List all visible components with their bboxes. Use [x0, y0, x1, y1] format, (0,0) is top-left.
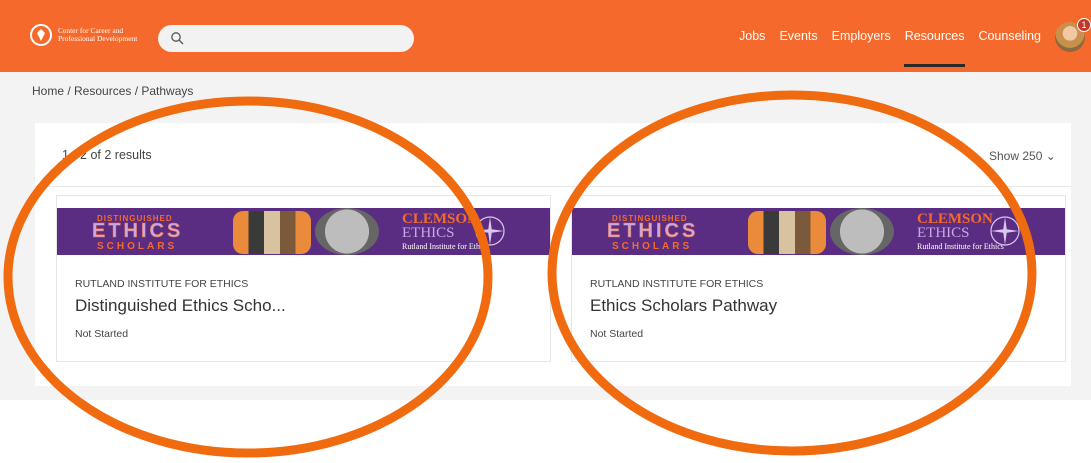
compass-icon — [475, 216, 505, 246]
site-logo[interactable]: Center for Career and Professional Devel… — [30, 24, 148, 46]
pathway-card-distinguished-ethics[interactable]: DISTINGUISHED ETHICS SCHOLARS CLEMSON ET… — [56, 195, 551, 362]
page-size-select[interactable]: Show 250 ⌄ — [989, 149, 1056, 163]
compass-icon — [990, 216, 1020, 246]
card-banner-image: DISTINGUISHED ETHICS SCHOLARS CLEMSON ET… — [57, 208, 550, 255]
nav-jobs[interactable]: Jobs — [732, 0, 772, 72]
notification-badge[interactable]: 1 — [1077, 18, 1091, 32]
card-institution: RUTLAND INSTITUTE FOR ETHICS — [590, 278, 764, 290]
results-summary: 1 - 2 of 2 results — [62, 148, 152, 162]
banner-ethics-serif: ETHICS — [917, 225, 970, 241]
main-nav: Jobs Events Employers Resources Counseli… — [732, 0, 1048, 72]
card-title[interactable]: Ethics Scholars Pathway — [590, 296, 777, 316]
card-institution: RUTLAND INSTITUTE FOR ETHICS — [75, 278, 249, 290]
nav-employers[interactable]: Employers — [825, 0, 898, 72]
banner-ethics: ETHICS — [92, 220, 184, 243]
nav-events[interactable]: Events — [772, 0, 824, 72]
banner-round-photo — [830, 208, 894, 255]
card-status: Not Started — [590, 328, 644, 340]
banner-group-photo — [233, 211, 311, 254]
breadcrumb[interactable]: Home / Resources / Pathways — [32, 84, 193, 98]
banner-group-photo — [748, 211, 826, 254]
search-input[interactable] — [158, 25, 414, 52]
search-icon — [171, 32, 184, 45]
card-banner-image: DISTINGUISHED ETHICS SCHOLARS CLEMSON ET… — [572, 208, 1065, 255]
results-divider — [35, 186, 1071, 187]
top-navigation-bar: Center for Career and Professional Devel… — [0, 0, 1091, 72]
banner-ethics: ETHICS — [607, 220, 699, 243]
nav-resources[interactable]: Resources — [898, 0, 972, 72]
nav-counseling[interactable]: Counseling — [971, 0, 1048, 72]
banner-scholars: SCHOLARS — [612, 241, 693, 252]
banner-scholars: SCHOLARS — [97, 241, 178, 252]
logo-text: Center for Career and Professional Devel… — [58, 26, 138, 43]
card-title[interactable]: Distinguished Ethics Scho... — [75, 296, 286, 316]
pathway-card-ethics-scholars[interactable]: DISTINGUISHED ETHICS SCHOLARS CLEMSON ET… — [571, 195, 1066, 362]
banner-round-photo — [315, 208, 379, 255]
banner-ethics-serif: ETHICS — [402, 225, 455, 241]
card-status: Not Started — [75, 328, 129, 340]
shield-logo-icon — [30, 24, 52, 46]
